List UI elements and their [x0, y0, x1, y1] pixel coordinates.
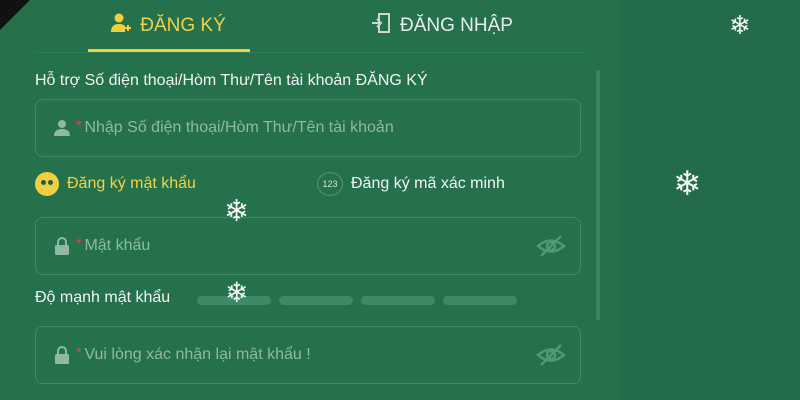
password-field[interactable]: *: [35, 217, 581, 275]
confirm-password-input[interactable]: [84, 340, 505, 370]
auth-tabs: ĐĂNG KÝ ĐĂNG NHẬP: [0, 0, 620, 52]
tab-register[interactable]: ĐĂNG KÝ: [88, 0, 248, 52]
tab-divider: [35, 52, 585, 53]
strength-label: Độ mạnh mật khẩu: [35, 289, 171, 306]
snowflake-icon: ❄: [729, 10, 751, 40]
register-password-label: Đăng ký mật khẩu: [67, 175, 196, 192]
tab-login[interactable]: ĐĂNG NHẬP: [370, 0, 570, 52]
background-right: [620, 0, 800, 400]
account-input[interactable]: [84, 113, 505, 143]
snowflake-icon: ❄: [673, 165, 702, 203]
door-enter-icon: [370, 12, 392, 40]
lock-icon: [52, 236, 72, 256]
strength-segment: [443, 296, 517, 305]
register-panel: ĐĂNG KÝ ĐĂNG NHẬP Hỗ trợ Số điện thoại/H…: [0, 0, 620, 400]
tab-login-label: ĐĂNG NHẬP: [400, 15, 513, 36]
confirm-password-field[interactable]: *: [35, 326, 581, 384]
scrollbar[interactable]: [596, 70, 600, 320]
user-icon: [52, 118, 72, 138]
tab-register-label: ĐĂNG KÝ: [140, 15, 226, 36]
snowflake-icon: ❄: [225, 277, 249, 308]
snowflake-icon: ❄: [224, 195, 250, 228]
required-mark: *: [76, 344, 82, 360]
smiley-icon: [35, 172, 59, 196]
support-label: Hỗ trợ Số điện thoại/Hòm Thư/Tên tài kho…: [35, 72, 428, 89]
user-plus-icon: [110, 12, 132, 40]
password-input[interactable]: [84, 231, 505, 261]
account-field[interactable]: *: [35, 99, 581, 157]
required-mark: *: [76, 117, 82, 133]
eye-off-icon[interactable]: [536, 233, 566, 259]
register-password-option[interactable]: Đăng ký mật khẩu: [35, 172, 196, 196]
register-code-label: Đăng ký mã xác minh: [351, 175, 505, 192]
register-code-option[interactable]: 123 Đăng ký mã xác minh: [317, 172, 505, 196]
lock-icon: [52, 345, 72, 365]
eye-off-icon[interactable]: [536, 342, 566, 368]
required-mark: *: [76, 235, 82, 251]
code-badge: 123: [317, 172, 343, 196]
strength-segment: [361, 296, 435, 305]
strength-segment: [279, 296, 353, 305]
